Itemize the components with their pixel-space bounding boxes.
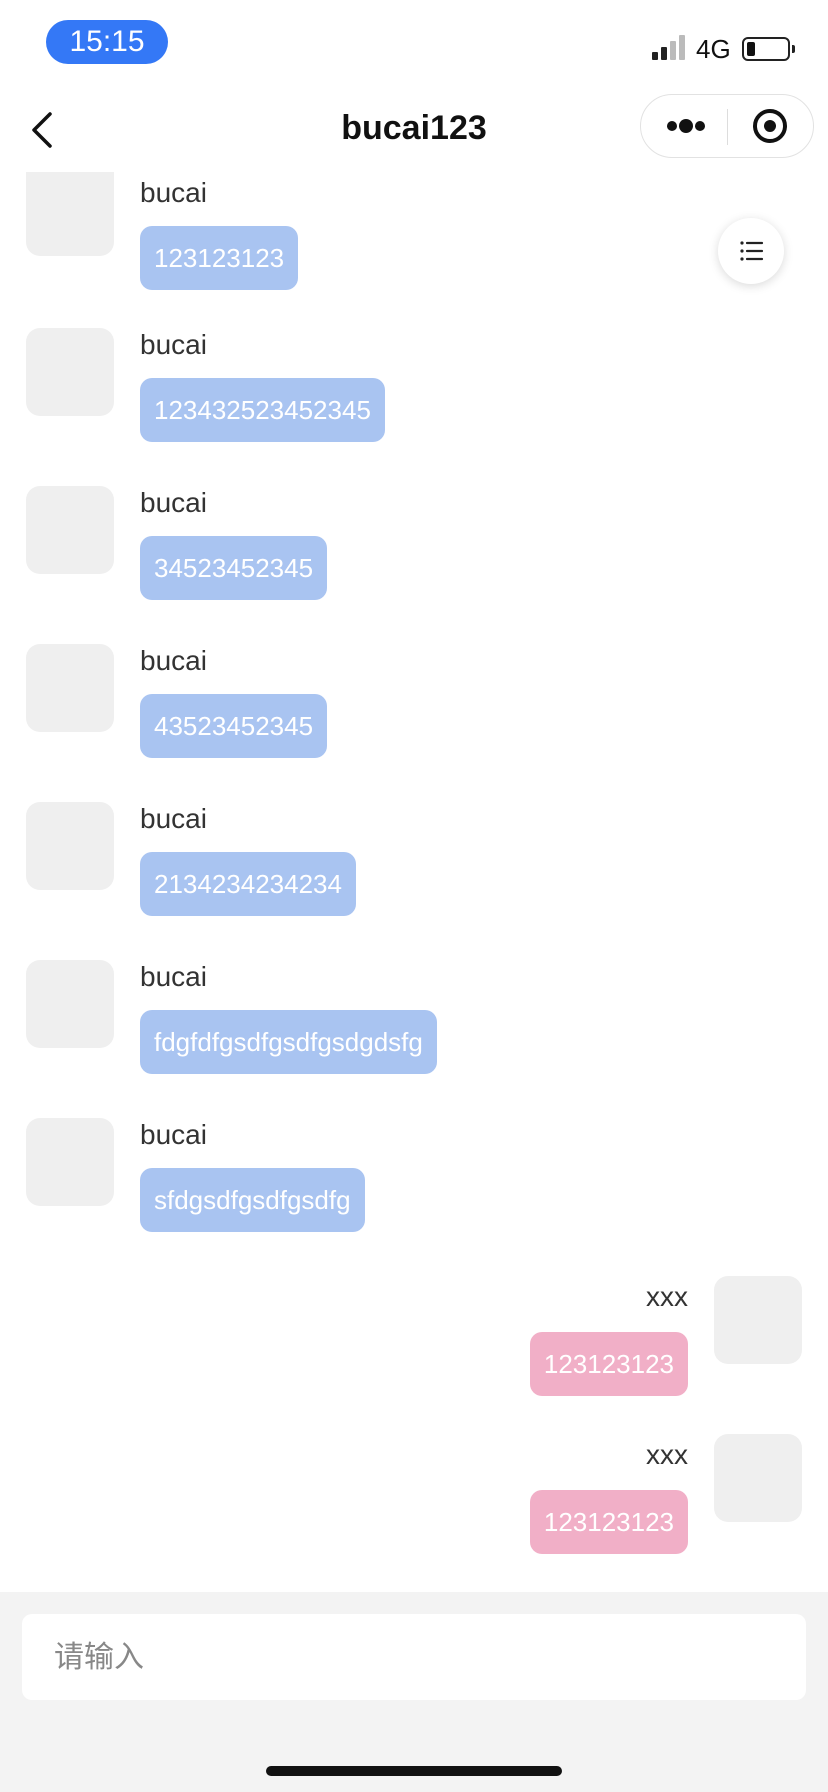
message-row: bucai sfdgsdfgsdfgsdfg bbox=[0, 1118, 828, 1248]
avatar[interactable] bbox=[26, 328, 114, 416]
sender-name: bucai bbox=[140, 487, 207, 518]
network-type: 4G bbox=[696, 34, 731, 64]
target-close-icon bbox=[753, 109, 787, 143]
status-time: 15:15 bbox=[46, 20, 168, 64]
message-bubble[interactable]: 123432523452345 bbox=[140, 378, 385, 442]
avatar[interactable] bbox=[714, 1434, 802, 1522]
sender-name: bucai bbox=[140, 1119, 207, 1150]
avatar[interactable] bbox=[26, 960, 114, 1048]
message-bubble[interactable]: 34523452345 bbox=[140, 536, 328, 600]
nav-bar: bucai123 bbox=[0, 90, 828, 172]
home-indicator bbox=[266, 1766, 562, 1776]
sender-name: xxx bbox=[646, 1281, 688, 1312]
avatar[interactable] bbox=[26, 802, 114, 890]
message-row: xxx 123123123 bbox=[0, 1276, 828, 1406]
status-bar: 15:15 4G bbox=[0, 0, 828, 90]
avatar[interactable] bbox=[26, 1118, 114, 1206]
mini-program-capsule bbox=[640, 94, 814, 158]
sender-name: bucai bbox=[140, 177, 207, 208]
sender-name: bucai bbox=[140, 329, 207, 360]
sender-name: bucai bbox=[140, 645, 207, 676]
message-row: bucai 123432523452345 bbox=[0, 328, 828, 458]
message-bubble[interactable]: sfdgsdfgsdfgsdfg bbox=[140, 1168, 365, 1232]
message-bubble[interactable]: 2134234234234 bbox=[140, 852, 356, 916]
avatar[interactable] bbox=[26, 172, 114, 256]
sender-name: xxx bbox=[646, 1439, 688, 1470]
battery-tip bbox=[792, 45, 795, 53]
input-bar bbox=[0, 1592, 828, 1792]
message-bubble[interactable]: 123123123 bbox=[529, 1490, 688, 1554]
avatar[interactable] bbox=[26, 486, 114, 574]
signal-icon bbox=[652, 35, 685, 60]
battery-level bbox=[747, 42, 755, 56]
sender-name: bucai bbox=[140, 961, 207, 992]
avatar[interactable] bbox=[714, 1276, 802, 1364]
message-row: bucai 34523452345 bbox=[0, 486, 828, 616]
page-title: bucai123 bbox=[341, 109, 487, 147]
sender-name: bucai bbox=[140, 803, 207, 834]
message-row: xxx 123123123 bbox=[0, 1434, 828, 1564]
message-bubble[interactable]: 123123123 bbox=[140, 226, 299, 290]
battery-icon bbox=[742, 37, 790, 61]
more-button[interactable] bbox=[641, 95, 727, 157]
message-input[interactable] bbox=[22, 1614, 806, 1700]
message-row: bucai 2134234234234 bbox=[0, 802, 828, 932]
message-bubble[interactable]: fdgfdfgsdfgsdfgsdgdsfg bbox=[140, 1010, 437, 1074]
menu-button[interactable] bbox=[718, 218, 784, 284]
message-row: bucai 43523452345 bbox=[0, 644, 828, 774]
capsule-divider bbox=[727, 109, 728, 145]
list-menu-icon bbox=[740, 241, 764, 261]
back-button[interactable] bbox=[20, 104, 68, 156]
avatar[interactable] bbox=[26, 644, 114, 732]
message-row: bucai 123123123 bbox=[0, 172, 828, 292]
more-dots-icon bbox=[667, 119, 705, 133]
close-button[interactable] bbox=[729, 95, 815, 157]
message-bubble[interactable]: 123123123 bbox=[529, 1332, 688, 1396]
message-row: bucai fdgfdfgsdfgsdfgsdgdsfg bbox=[0, 960, 828, 1090]
chevron-left-icon bbox=[32, 112, 52, 148]
message-bubble[interactable]: 43523452345 bbox=[140, 694, 328, 758]
